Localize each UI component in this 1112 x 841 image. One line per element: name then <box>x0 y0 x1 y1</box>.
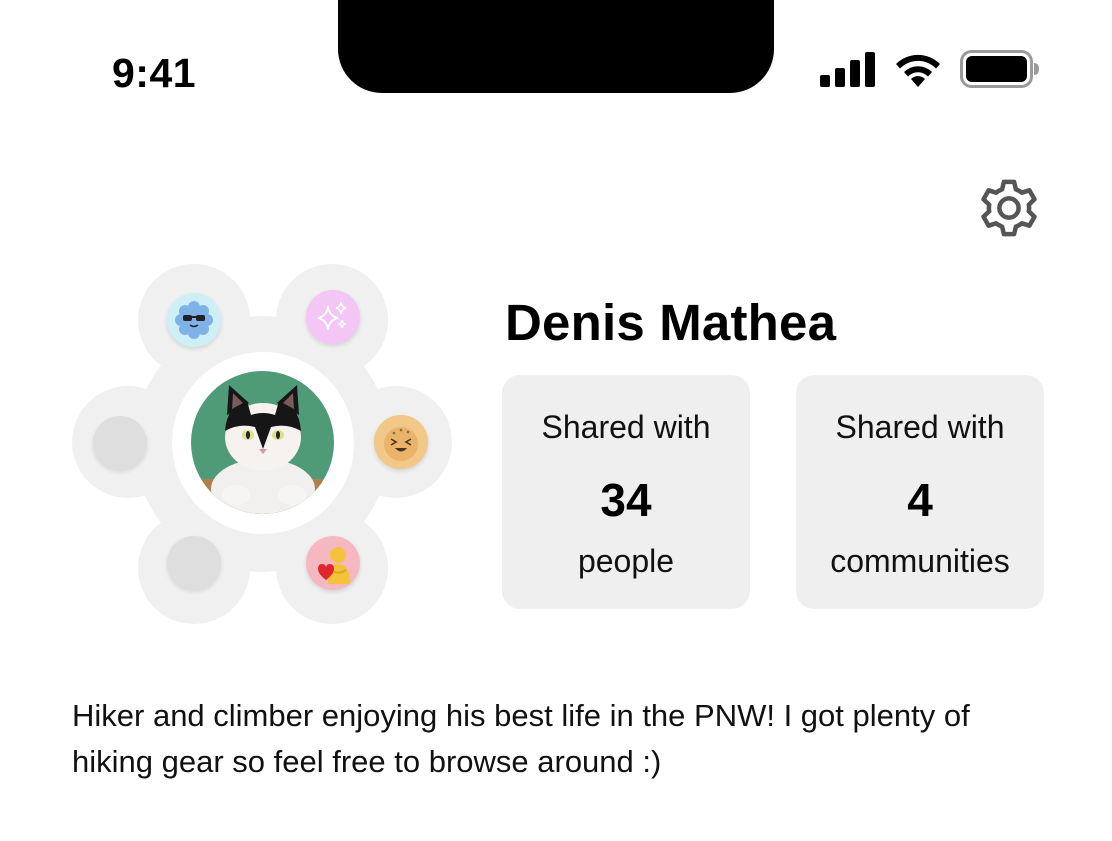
battery-icon <box>960 50 1039 88</box>
stat-suffix: people <box>577 543 675 579</box>
shared-people-card[interactable]: Shared with 34 people <box>502 375 750 609</box>
empty-badge-slot-2[interactable] <box>167 536 221 590</box>
blue-sunglasses-badge-icon <box>175 301 213 339</box>
profile-bio: Hiker and climber enjoying his best life… <box>72 698 970 779</box>
status-time: 9:41 <box>112 50 197 96</box>
cellular-signal-icon <box>820 52 875 87</box>
device-notch <box>338 0 774 93</box>
stat-prefix: Shared with <box>835 409 1005 445</box>
wifi-icon <box>896 54 940 87</box>
stat-suffix: communities <box>830 543 1010 579</box>
shared-communities-card[interactable]: Shared with 4 communities <box>796 375 1044 609</box>
badge-slot-3[interactable] <box>374 415 428 469</box>
profile-screen: 9:41 Denis Mathea Shared with 34 people … <box>0 0 1112 841</box>
cat-photo-image <box>191 371 334 514</box>
laughing-face-badge-icon <box>374 415 428 469</box>
stat-count: 4 <box>907 474 933 526</box>
settings-button[interactable] <box>973 172 1045 244</box>
stat-count: 34 <box>600 474 652 526</box>
avatar-cluster <box>70 262 455 626</box>
gear-icon <box>981 179 1037 237</box>
status-icons <box>820 50 1040 88</box>
badge-slot-2[interactable] <box>306 290 360 344</box>
empty-badge-slot-1[interactable] <box>93 416 147 470</box>
profile-name: Denis Mathea <box>505 294 837 351</box>
stat-prefix: Shared with <box>541 409 711 445</box>
badge-slot-1[interactable] <box>167 293 221 347</box>
badge-slot-4[interactable] <box>306 536 360 590</box>
profile-avatar[interactable] <box>191 371 334 514</box>
sparkles-badge-icon <box>317 301 347 331</box>
hug-heart-badge-icon <box>318 547 350 584</box>
